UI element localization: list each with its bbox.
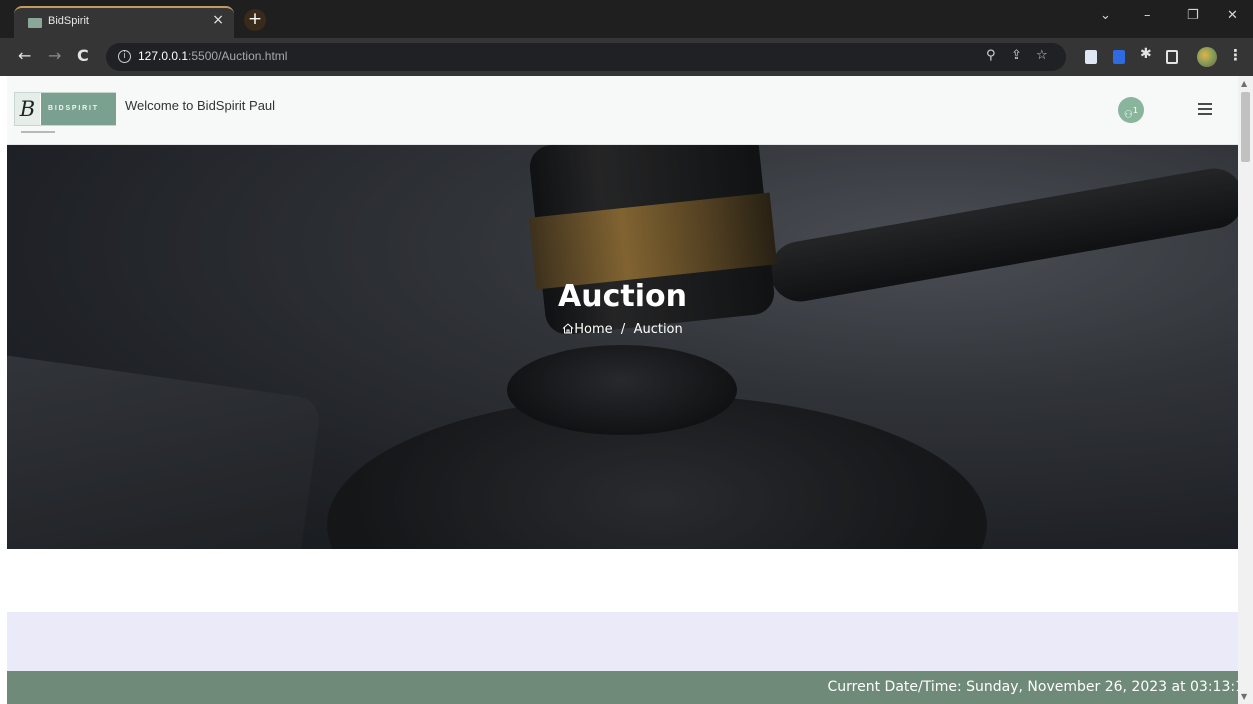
minimize-button[interactable]: – xyxy=(1144,8,1151,23)
extension-icon[interactable] xyxy=(1085,50,1097,64)
user-badge-count: 1 xyxy=(1132,105,1139,115)
bookmark-star-icon[interactable]: ☆ xyxy=(1036,48,1048,63)
breadcrumb-current: Auction xyxy=(633,322,683,337)
browser-tab[interactable]: BidSpirit × xyxy=(14,6,234,38)
lavender-section xyxy=(7,612,1238,671)
hamburger-menu-icon[interactable] xyxy=(1198,103,1212,115)
puzzle-icon[interactable]: ✱ xyxy=(1140,46,1152,62)
scroll-down-icon[interactable]: ▼ xyxy=(1241,692,1247,701)
datetime-bar: Current Date/Time: Sunday, November 26, … xyxy=(7,671,1238,704)
browser-toolbar: ← → C i 127.0.0.1:5500/Auction.html ⚲ ⇪ … xyxy=(0,38,1253,76)
back-icon[interactable]: ← xyxy=(18,46,31,65)
page-viewport: B BIDSPIRIT Welcome to BidSpirit Paul ⚇1… xyxy=(7,76,1238,704)
breadcrumb: Home / Auction xyxy=(7,322,1238,337)
hero-banner: Auction Home / Auction xyxy=(7,145,1238,549)
tab-search-icon[interactable]: ⌄ xyxy=(1100,8,1111,23)
logo-text: BIDSPIRIT xyxy=(41,93,116,125)
menu-dots-icon[interactable]: ⋮ xyxy=(1228,46,1243,64)
restore-button[interactable]: ❐ xyxy=(1187,8,1199,23)
site-logo[interactable]: B BIDSPIRIT xyxy=(14,92,116,126)
new-tab-button[interactable]: + xyxy=(244,9,266,31)
breadcrumb-separator: / xyxy=(620,322,626,337)
site-navbar: B BIDSPIRIT Welcome to BidSpirit Paul ⚇1 xyxy=(7,76,1238,145)
tab-close-button[interactable]: × xyxy=(212,12,224,28)
favicon-icon xyxy=(28,18,42,28)
page-title: Auction xyxy=(558,279,687,314)
share-icon[interactable]: ⇪ xyxy=(1011,48,1022,63)
forward-icon[interactable]: → xyxy=(48,46,61,65)
profile-avatar[interactable] xyxy=(1197,47,1217,67)
location-icon[interactable]: ⚲ xyxy=(986,48,996,63)
home-icon xyxy=(562,323,574,334)
url-text[interactable]: 127.0.0.1:5500/Auction.html xyxy=(138,49,287,63)
scroll-thumb[interactable] xyxy=(1241,92,1250,162)
user-icon: ⚇ xyxy=(1123,109,1133,121)
browser-titlebar: BidSpirit × + ⌄ – ❐ ✕ xyxy=(0,0,1253,38)
reload-icon[interactable]: C xyxy=(77,46,89,65)
hero-overlay xyxy=(7,145,1238,549)
welcome-message: Welcome to BidSpirit Paul xyxy=(125,98,276,113)
side-panel-icon[interactable] xyxy=(1166,50,1178,64)
extension-blue-icon[interactable] xyxy=(1113,50,1125,64)
page-scrollbar[interactable]: ▲ ▼ xyxy=(1238,76,1253,704)
user-account-icon[interactable]: ⚇1 xyxy=(1118,97,1144,123)
logo-tagline xyxy=(21,131,55,133)
scroll-up-icon[interactable]: ▲ xyxy=(1241,79,1247,88)
logo-mark: B xyxy=(15,93,40,125)
tab-title: BidSpirit xyxy=(48,15,89,27)
address-bar[interactable]: i 127.0.0.1:5500/Auction.html ⚲ ⇪ ☆ xyxy=(106,43,1066,71)
close-window-button[interactable]: ✕ xyxy=(1227,8,1238,23)
content-area xyxy=(7,549,1238,612)
breadcrumb-home-link[interactable]: Home xyxy=(574,322,612,337)
current-datetime: Current Date/Time: Sunday, November 26, … xyxy=(827,679,1239,695)
info-icon[interactable]: i xyxy=(118,50,131,63)
